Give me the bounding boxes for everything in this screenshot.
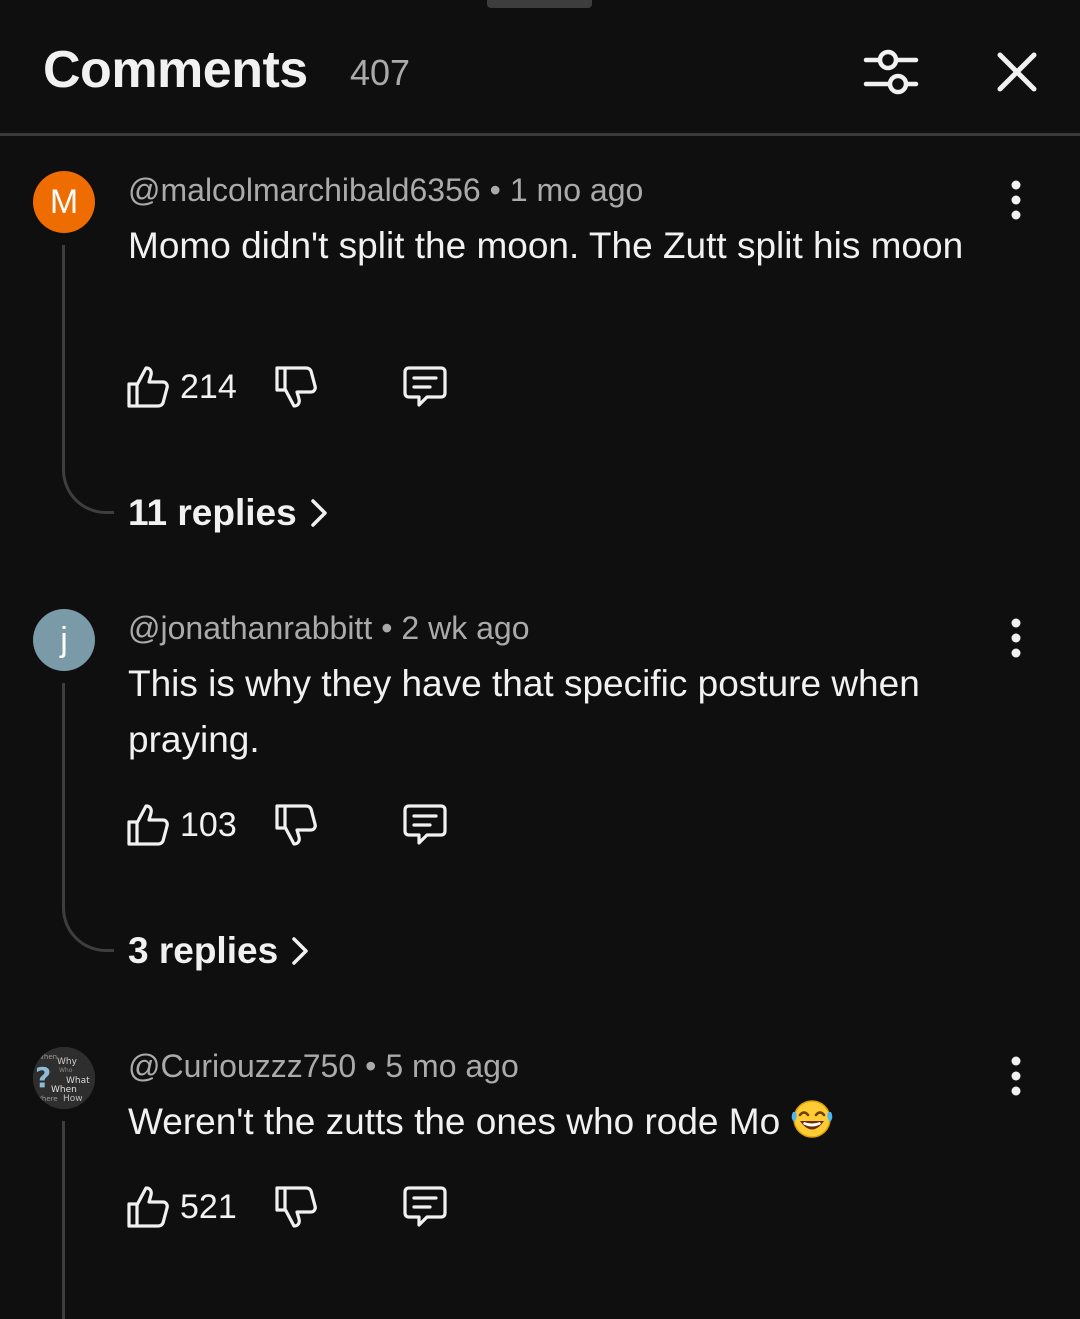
comment-more-button[interactable] <box>996 616 1036 660</box>
thumb-up-icon <box>127 1186 169 1228</box>
thumb-up-icon <box>127 804 169 846</box>
like-button[interactable] <box>126 1184 170 1230</box>
like-count: 103 <box>180 806 237 844</box>
like-count: 521 <box>180 1188 237 1226</box>
comment-actions: 103 <box>126 802 466 850</box>
comment-meta: @Curiouzzz750 • 5 mo ago <box>128 1048 519 1085</box>
comment-text: Weren't the zutts the ones who rode Mo <box>128 1094 998 1156</box>
avatar[interactable]: M <box>33 171 95 233</box>
comment-reply-icon <box>403 804 447 845</box>
laughing-tears-emoji <box>790 1098 834 1156</box>
thumb-up-icon <box>127 366 169 408</box>
thread-line <box>62 245 114 514</box>
dislike-button[interactable] <box>274 364 318 410</box>
comment-reply-icon <box>403 366 447 407</box>
comments-title: Comments <box>43 41 308 99</box>
more-vert-icon <box>1011 618 1021 658</box>
sliders-icon <box>863 49 919 95</box>
avatar-word: How <box>63 1094 83 1104</box>
meta-separator: • <box>381 610 393 646</box>
thread-line <box>62 683 114 952</box>
comment-meta: @jonathanrabbitt • 2 wk ago <box>128 610 529 647</box>
comment-author[interactable]: @jonathanrabbitt <box>128 610 372 646</box>
question-words-avatar-image: When Why Who What When Where How ? <box>33 1047 95 1109</box>
thumb-down-icon <box>275 366 317 408</box>
avatar-initial: M <box>49 182 79 221</box>
comments-count: 407 <box>350 52 411 93</box>
reply-button[interactable] <box>402 1185 448 1229</box>
comment-time: 2 wk ago <box>401 610 530 646</box>
avatar-word: When <box>37 1053 57 1061</box>
dislike-button[interactable] <box>274 802 318 848</box>
thumb-down-icon <box>275 1186 317 1228</box>
comment-actions: 214 <box>126 364 466 412</box>
comment-text: Momo didn't split the moon. The Zutt spl… <box>128 225 964 266</box>
view-replies-link[interactable]: 11 replies <box>128 492 329 534</box>
avatar[interactable]: When Why Who What When Where How ? <box>33 1047 95 1109</box>
more-vert-icon <box>1011 180 1021 220</box>
avatar-word: ? <box>35 1061 51 1094</box>
like-button[interactable] <box>126 802 170 848</box>
avatar-word: Who <box>59 1067 73 1074</box>
meta-separator: • <box>365 1048 377 1084</box>
comment-actions: 521 <box>126 1184 466 1232</box>
avatar-initial: j <box>60 620 68 659</box>
thumb-down-icon <box>275 804 317 846</box>
comment-text-content: Weren't the zutts the ones who rode Mo <box>128 1101 781 1142</box>
avatar-word: Where <box>35 1095 58 1103</box>
reply-button[interactable] <box>402 803 448 847</box>
comment-text: This is why they have that specific post… <box>128 663 920 760</box>
chevron-right-icon <box>292 937 308 965</box>
comment-author[interactable]: @Curiouzzz750 <box>128 1048 356 1084</box>
sort-filter-button[interactable] <box>860 44 922 100</box>
comments-header: Comments 407 <box>0 0 1080 136</box>
like-button[interactable] <box>126 364 170 410</box>
comment-reply-icon <box>403 1186 447 1227</box>
comment-more-button[interactable] <box>996 178 1036 222</box>
avatar[interactable]: j <box>33 609 95 671</box>
view-replies-link[interactable]: 3 replies <box>128 930 310 972</box>
comment-meta: @malcolmarchibald6356 • 1 mo ago <box>128 172 643 209</box>
reply-button[interactable] <box>402 365 448 409</box>
replies-count-label: 11 replies <box>128 492 297 533</box>
comment-more-button[interactable] <box>996 1054 1036 1098</box>
thread-line <box>62 1121 114 1319</box>
like-count: 214 <box>180 368 237 406</box>
meta-separator: • <box>489 172 501 208</box>
close-icon <box>997 52 1037 92</box>
avatar-word: Why <box>57 1057 78 1067</box>
close-button[interactable] <box>990 45 1044 99</box>
chevron-right-icon <box>310 499 327 527</box>
dislike-button[interactable] <box>274 1184 318 1230</box>
comment-time: 5 mo ago <box>385 1048 519 1084</box>
more-vert-icon <box>1011 1056 1021 1096</box>
comment-author[interactable]: @malcolmarchibald6356 <box>128 172 481 208</box>
comment-time: 1 mo ago <box>509 172 644 208</box>
replies-count-label: 3 replies <box>128 930 279 971</box>
